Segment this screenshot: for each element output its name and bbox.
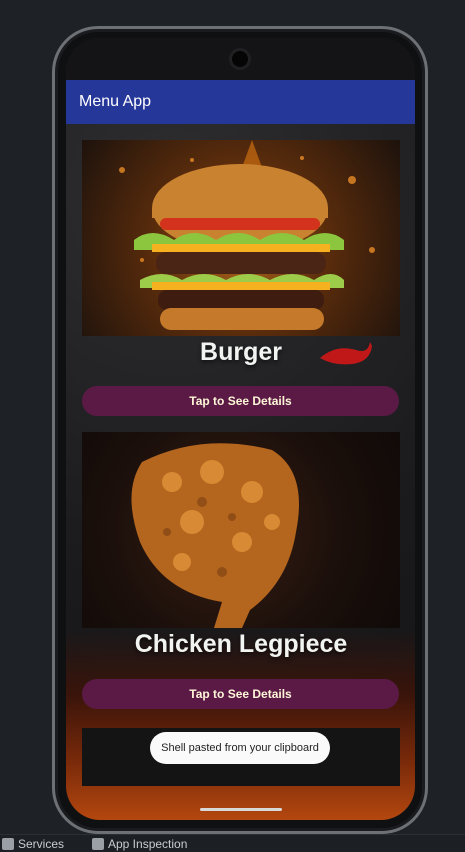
chili-pepper-icon xyxy=(320,342,372,365)
app-title: Menu App xyxy=(79,93,152,110)
burger-image xyxy=(82,140,400,336)
status-bar xyxy=(66,38,415,80)
services-tab-label: Services xyxy=(18,837,65,851)
chicken-legpiece-image xyxy=(82,432,400,628)
ide-bottom-toolbar: Services App Inspection xyxy=(0,834,465,852)
details-button-chicken[interactable]: Tap to See Details xyxy=(82,679,399,709)
chicken-illustration xyxy=(131,443,299,628)
services-icon xyxy=(2,838,14,850)
front-camera xyxy=(232,51,248,67)
clipboard-toast: Shell pasted from your clipboard xyxy=(150,732,330,764)
app-inspection-tab[interactable]: App Inspection xyxy=(92,837,187,851)
services-tab[interactable]: Services xyxy=(2,837,64,851)
burger-illustration xyxy=(119,140,375,330)
item-title-chicken: Chicken Legpiece xyxy=(134,630,348,658)
details-button-burger[interactable]: Tap to See Details xyxy=(82,386,399,416)
home-gesture-bar[interactable] xyxy=(200,808,282,811)
app-inspection-tab-label: App Inspection xyxy=(108,837,188,851)
app-bar: Menu App xyxy=(66,80,415,124)
app-inspection-icon xyxy=(92,838,104,850)
phone-screen: Menu App Burger Tap to See Details Chick… xyxy=(66,38,415,820)
